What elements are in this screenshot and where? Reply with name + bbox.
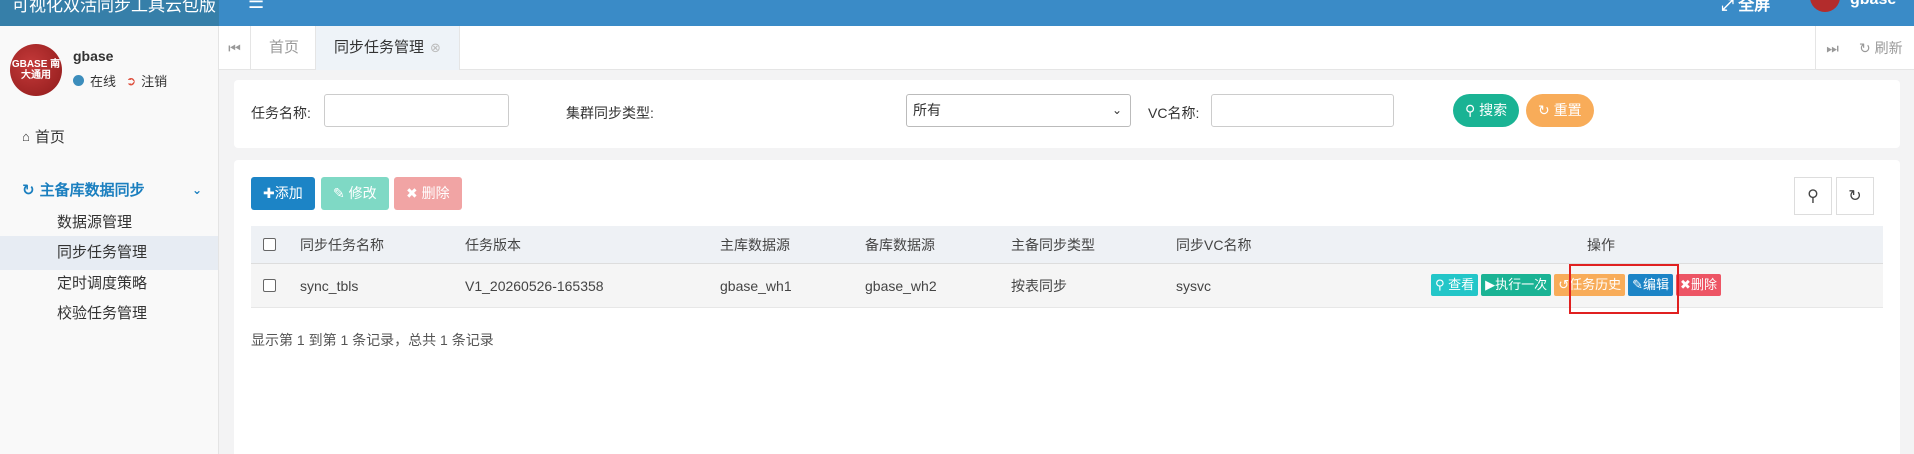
chevron-down-icon: ⌄ [1111, 103, 1122, 117]
col-vc[interactable]: 同步VC名称 [1176, 226, 1251, 263]
refresh-tab-button[interactable]: ↻ 刷新 [1859, 26, 1903, 70]
search-icon: ⚲ [1465, 102, 1476, 118]
chevron-down-icon: ⌄ [191, 182, 202, 197]
cell-vc: sysvc [1176, 277, 1211, 294]
reset-button[interactable]: ↻ 重置 [1526, 94, 1594, 127]
plus-icon: ✚ [263, 185, 275, 201]
cluster-type-select[interactable]: 所有 ⌄ [906, 94, 1131, 127]
x-icon: ✖ [406, 185, 418, 201]
sidebar: GBASE 南大通用 gbase 在线 ➲ 注销 ⌂ 首页 ↻ 主备库数据同步 … [0, 26, 219, 454]
cell-standby: gbase_wh2 [865, 277, 937, 294]
tab-sync-task[interactable]: 同步任务管理 ⊗ [315, 26, 460, 70]
brand-area: 可视化双活同步工具云包版 [0, 0, 219, 26]
search-icon: ⚲ [1435, 277, 1445, 292]
table-header: 同步任务名称 任务版本 主库数据源 备库数据源 主备同步类型 同步VC名称 操作 [251, 226, 1883, 264]
cluster-type-label: 集群同步类型: [566, 105, 654, 121]
logout-icon[interactable]: ➲ [126, 74, 136, 88]
col-standby[interactable]: 备库数据源 [865, 226, 935, 263]
edit-icon: ✎ [333, 185, 345, 201]
reset-icon: ↻ [1538, 102, 1550, 118]
annotation-highlight-box [1569, 264, 1679, 314]
sidebar-item-label: 首页 [34, 129, 65, 146]
task-name-label: 任务名称: [251, 105, 311, 121]
col-version[interactable]: 任务版本 [465, 226, 521, 263]
sidebar-item-verify[interactable]: 校验任务管理 [0, 297, 218, 331]
sidebar-group-label: 主备库数据同步 [39, 182, 145, 199]
view-button[interactable]: ⚲ 查看 [1431, 274, 1479, 296]
sync-icon: ↻ [22, 181, 35, 199]
delete-button[interactable]: ✖ 删除 [394, 177, 462, 210]
cell-sync-type: 按表同步 [1011, 277, 1067, 294]
status-online-label: 在线 [90, 74, 117, 89]
row-delete-button[interactable]: ✖删除 [1676, 274, 1721, 296]
sidebar-item-schedule[interactable]: 定时调度策略 [0, 267, 218, 301]
vc-name-input[interactable] [1211, 94, 1394, 127]
user-status: 在线 ➲ 注销 [73, 71, 167, 90]
sidebar-item-sync-task[interactable]: 同步任务管理 [0, 236, 218, 270]
tab-bar: ⏮ 首页 同步任务管理 ⊗ ⏭ ↻ 刷新 [219, 26, 1914, 70]
tab-label: 同步任务管理 [334, 39, 425, 56]
col-sync-type[interactable]: 主备同步类型 [1011, 226, 1095, 263]
tab-scroll-right-icon[interactable]: ⏭ [1815, 26, 1849, 70]
table-search-icon[interactable]: ⚲ [1794, 177, 1832, 215]
header-username[interactable]: gbase [1850, 0, 1896, 9]
pagination-info: 显示第 1 到第 1 条记录，总共 1 条记录 [251, 332, 494, 348]
table-refresh-icon[interactable]: ↻ [1836, 177, 1874, 215]
select-all-checkbox[interactable] [263, 226, 276, 263]
row-checkbox[interactable] [263, 264, 276, 307]
hamburger-icon[interactable]: ☰ [248, 0, 264, 13]
play-circle-icon: ▶ [1485, 277, 1496, 292]
user-avatar-small[interactable] [1810, 0, 1840, 12]
task-name-input[interactable] [324, 94, 509, 127]
add-button[interactable]: ✚添加 [251, 177, 315, 210]
x-icon: ✖ [1680, 277, 1691, 292]
app-title: 可视化双活同步工具云包版 [12, 0, 216, 15]
online-dot-icon [73, 75, 84, 86]
history-icon: ↺ [1558, 277, 1570, 292]
vc-name-label: VC名称: [1148, 105, 1200, 121]
col-task-name[interactable]: 同步任务名称 [300, 226, 384, 263]
col-actions: 操作 [1587, 236, 1615, 253]
sidebar-item-home[interactable]: ⌂ 首页 [22, 126, 65, 147]
sidebar-username: gbase [73, 48, 114, 64]
cell-primary: gbase_wh1 [720, 277, 792, 294]
fullscreen-label: 全屏 [1738, 0, 1771, 14]
home-icon: ⌂ [22, 129, 30, 144]
edit-button[interactable]: ✎ 修改 [321, 177, 389, 210]
fullscreen-button[interactable]: ⤢ 全屏 [1721, 0, 1770, 15]
top-header: 可视化双活同步工具云包版 ☰ ⤢ 全屏 gbase [0, 0, 1914, 26]
cell-task-name: sync_tbls [300, 277, 359, 294]
search-button[interactable]: ⚲ 搜索 [1453, 94, 1520, 127]
avatar: GBASE 南大通用 [10, 44, 62, 96]
cell-version: V1_20260526-165358 [465, 277, 604, 294]
col-primary[interactable]: 主库数据源 [720, 226, 790, 263]
tab-scroll-left-icon[interactable]: ⏮ [219, 26, 251, 70]
close-icon[interactable]: ⊗ [430, 40, 441, 55]
sidebar-item-datasource[interactable]: 数据源管理 [0, 206, 218, 240]
sidebar-group-sync[interactable]: ↻ 主备库数据同步 ⌄ [22, 179, 202, 200]
execute-once-button[interactable]: ▶执行一次 [1481, 274, 1552, 296]
refresh-icon: ↻ [1859, 40, 1871, 56]
search-panel: 任务名称: 集群同步类型: 所有 ⌄ VC名称: ⚲ 搜索 ↻ 重置 [234, 80, 1900, 148]
tab-home[interactable]: 首页 [251, 26, 317, 70]
logout-link[interactable]: 注销 [141, 71, 167, 90]
cluster-type-value: 所有 [913, 102, 941, 118]
